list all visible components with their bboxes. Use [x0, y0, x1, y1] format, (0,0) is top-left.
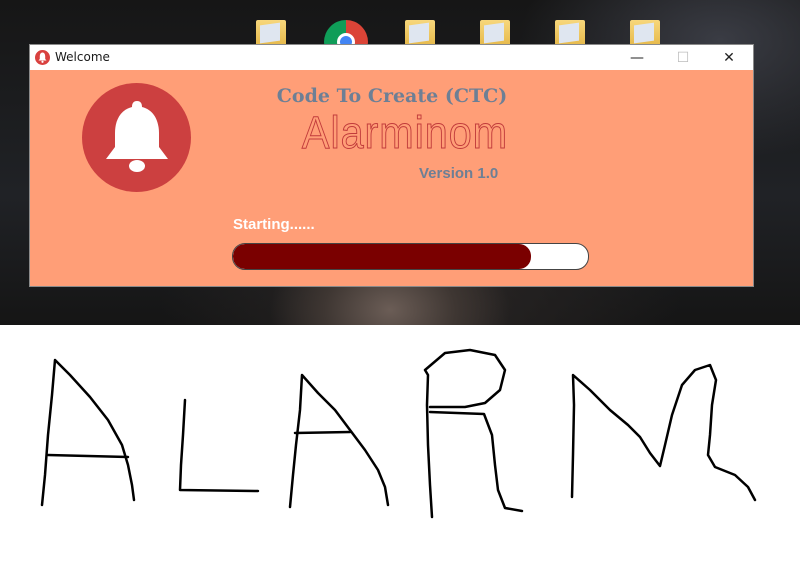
desktop-folder-icon[interactable]	[405, 20, 435, 46]
maximize-button[interactable]: ☐	[660, 45, 706, 70]
drawing-stroke-m	[570, 363, 757, 502]
close-icon: ✕	[723, 49, 735, 66]
logo-bell-icon	[82, 83, 191, 192]
drawing-stroke-a-bar	[46, 453, 130, 459]
company-name: Code To Create (CTC)	[276, 85, 508, 107]
status-text: Starting......	[233, 216, 315, 233]
desktop-folder-icon[interactable]	[555, 20, 585, 46]
drawing-stroke-l	[178, 398, 260, 493]
desktop-folder-icon[interactable]	[256, 20, 286, 46]
title-bar[interactable]: Welcome — ☐ ✕	[30, 45, 753, 70]
drawing-stroke-a	[40, 358, 136, 507]
drawing-stroke-a2	[288, 373, 390, 509]
progress-bar	[232, 243, 589, 270]
progress-fill	[233, 244, 532, 269]
minimize-button[interactable]: —	[614, 45, 660, 70]
version-label: Version 1.0	[419, 165, 499, 182]
handwritten-drawing	[40, 348, 757, 519]
app-name: Alarminom	[301, 107, 509, 159]
desktop-folder-icon[interactable]	[480, 20, 510, 46]
drawing-stroke-r	[423, 348, 507, 519]
welcome-window: Welcome — ☐ ✕ Code To Create (CTC) Alarm…	[30, 45, 753, 286]
bell-icon	[35, 50, 50, 65]
minimize-icon: —	[630, 49, 644, 66]
close-button[interactable]: ✕	[706, 45, 752, 70]
window-title: Welcome	[55, 50, 110, 64]
drawing-stroke-a2-bar	[293, 430, 352, 435]
drawing-stroke-r-leg	[428, 410, 524, 513]
maximize-icon: ☐	[676, 49, 690, 66]
desktop-folder-icon[interactable]	[630, 20, 660, 46]
